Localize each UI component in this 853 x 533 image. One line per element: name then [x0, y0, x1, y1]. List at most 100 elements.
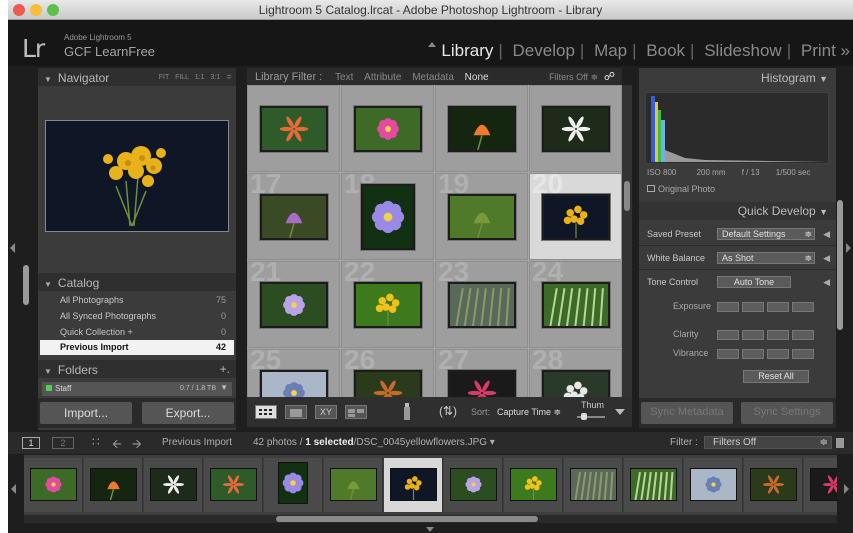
survey-view-button[interactable] — [345, 405, 367, 419]
photo-thumbnail[interactable] — [448, 106, 516, 152]
thumbnail-size-slider[interactable] — [577, 413, 605, 420]
catalog-item-previous-import[interactable]: Previous Import 42 — [40, 340, 234, 355]
filmstrip-thumbnail[interactable] — [510, 468, 557, 501]
filmstrip-cell[interactable] — [384, 458, 443, 512]
filmstrip-thumbnail[interactable] — [750, 468, 797, 501]
module-develop[interactable]: Develop — [510, 41, 578, 60]
grid-cell[interactable] — [529, 85, 622, 172]
original-photo-toggle[interactable]: Original Photo — [647, 184, 715, 194]
filmstrip-cell[interactable] — [144, 458, 203, 512]
filmstrip-cell[interactable] — [264, 458, 323, 512]
filter-lock-icon[interactable] — [836, 438, 844, 448]
selected-filename[interactable]: /DSC_0045yellowflowers.JPG ▾ — [354, 437, 495, 448]
filmstrip-thumbnail[interactable] — [630, 468, 677, 501]
photo-thumbnail[interactable] — [260, 194, 328, 240]
catalog-item-all-photographs[interactable]: All Photographs 75 — [40, 293, 234, 308]
reset-all-button[interactable]: Reset All — [743, 370, 809, 383]
zoom-3-1[interactable]: 3:1 ≑ — [210, 74, 232, 81]
filmstrip-scroll-thumb[interactable] — [276, 516, 538, 522]
filmstrip-scroll-left-icon[interactable] — [11, 484, 16, 494]
grid-cell[interactable]: 22 — [341, 261, 434, 348]
photo-thumbnail[interactable] — [260, 106, 328, 152]
sort-dropdown[interactable]: Capture Time ≑ — [497, 407, 561, 418]
exposure-increase-button[interactable] — [767, 302, 789, 312]
grid-cell[interactable]: 24 — [529, 261, 622, 348]
filmstrip-thumbnail[interactable] — [810, 468, 837, 501]
loupe-view-button[interactable] — [285, 405, 307, 419]
filmstrip-thumbnail[interactable] — [30, 468, 77, 501]
filmstrip-cell[interactable] — [204, 458, 263, 512]
filmstrip-thumbnail[interactable] — [330, 468, 377, 501]
photo-thumbnail[interactable] — [542, 194, 610, 240]
grid-cell[interactable] — [247, 85, 340, 172]
filmstrip-thumbnail[interactable] — [278, 462, 308, 504]
collapse-bottom-panel-icon[interactable] — [426, 527, 434, 532]
grid-cell[interactable]: 25 — [247, 349, 340, 397]
grid-cell[interactable]: 17 — [247, 173, 340, 260]
grid-cell[interactable]: 19 — [435, 173, 528, 260]
photo-thumbnail[interactable] — [354, 282, 422, 328]
photo-thumbnail[interactable] — [542, 282, 610, 328]
filmstrip-cell[interactable] — [504, 458, 563, 512]
grid-cell[interactable]: 27 — [435, 349, 528, 397]
right-panel-scrollbar[interactable] — [837, 200, 843, 330]
photo-thumbnail[interactable] — [354, 106, 422, 152]
photo-thumbnail[interactable] — [361, 184, 415, 250]
grid-cell[interactable]: 18 — [341, 173, 434, 260]
sync-settings-button[interactable]: Sync Settings — [741, 402, 833, 424]
collapse-left-panel-icon[interactable] — [10, 243, 15, 253]
catalog-item-quick-collection[interactable]: Quick Collection + 0 — [40, 325, 234, 340]
filmstrip-cell[interactable] — [84, 458, 143, 512]
sort-direction-icon[interactable]: (⇅) — [439, 404, 457, 418]
photo-thumbnail[interactable] — [260, 282, 328, 328]
grid-cell[interactable] — [341, 85, 434, 172]
navigator-preview[interactable] — [45, 120, 229, 232]
forward-arrow-icon[interactable]: 🡪 — [132, 435, 142, 456]
histogram-header[interactable]: Histogram ▼ — [639, 68, 836, 86]
painter-spray-icon[interactable] — [402, 402, 412, 421]
filmstrip-cell[interactable] — [804, 458, 837, 512]
clarity-decrease-button[interactable] — [742, 330, 764, 340]
filmstrip-thumbnail[interactable] — [150, 468, 197, 501]
module-book[interactable]: Book — [643, 41, 688, 60]
exposure-increase-large-button[interactable] — [792, 302, 814, 312]
collapse-top-panel-icon[interactable] — [428, 42, 436, 47]
filmstrip-thumbnail[interactable] — [450, 468, 497, 501]
white-balance-dropdown[interactable]: As Shot ≑ — [717, 252, 815, 264]
clarity-increase-button[interactable] — [767, 330, 789, 340]
left-panel-scrollbar[interactable] — [23, 265, 29, 305]
import-button[interactable]: Import... — [40, 402, 132, 424]
expand-triangle-icon[interactable]: ◀ — [823, 253, 830, 264]
filter-text[interactable]: Text — [335, 72, 353, 83]
quick-develop-header[interactable]: Quick Develop ▼ — [639, 202, 836, 220]
filmstrip-thumbnail[interactable] — [390, 468, 437, 501]
photo-thumbnail[interactable] — [542, 106, 610, 152]
sync-metadata-button[interactable]: Sync Metadata — [641, 402, 733, 424]
second-window-button[interactable]: 2 — [52, 437, 74, 449]
photo-thumbnail[interactable] — [354, 370, 422, 397]
filmstrip-thumbnail[interactable] — [570, 468, 617, 501]
export-button[interactable]: Export... — [142, 402, 234, 424]
module-map[interactable]: Map — [591, 41, 630, 60]
grid-cell[interactable]: 21 — [247, 261, 340, 348]
catalog-header[interactable]: ▼ Catalog — [38, 273, 236, 291]
filter-metadata[interactable]: Metadata — [412, 72, 454, 83]
zoom-fit[interactable]: FIT — [159, 74, 169, 81]
vibrance-decrease-button[interactable] — [742, 349, 764, 359]
photo-thumbnail[interactable] — [260, 370, 328, 397]
checkbox-icon[interactable] — [647, 185, 655, 192]
thumbnail-size-thumb[interactable] — [581, 413, 587, 420]
filmstrip-cell[interactable] — [744, 458, 803, 512]
zoom-1-1[interactable]: 1:1 — [195, 74, 205, 81]
filter-attribute[interactable]: Attribute — [364, 72, 401, 83]
folders-header[interactable]: ▼ Folders +. — [38, 360, 236, 378]
filmstrip-filter-dropdown[interactable]: Filters Off ≑ — [704, 436, 832, 449]
grid-view-icon[interactable]: ∷ — [92, 435, 100, 449]
grid-cell[interactable]: 20 — [529, 173, 622, 260]
catalog-item-all-synced[interactable]: All Synced Photographs 0 — [40, 309, 234, 324]
filmstrip-scroll-right-icon[interactable] — [844, 484, 849, 494]
filmstrip-cell[interactable] — [24, 458, 83, 512]
main-window-button[interactable]: 1 — [22, 437, 40, 449]
auto-tone-button[interactable]: Auto Tone — [717, 276, 791, 288]
grid-scrollbar[interactable] — [622, 85, 632, 397]
